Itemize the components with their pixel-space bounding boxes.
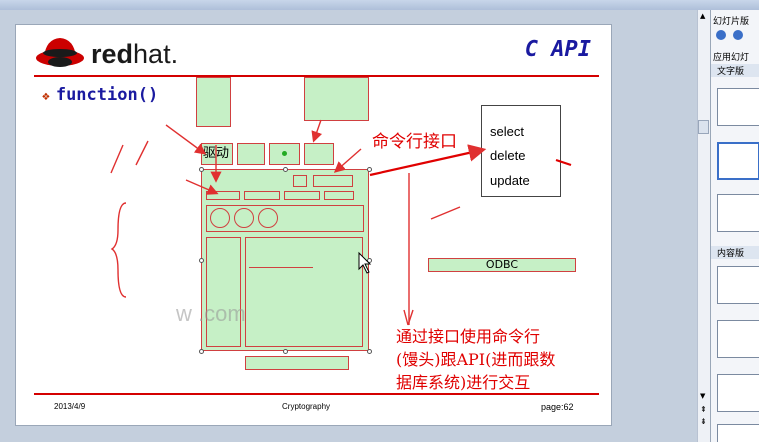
section-content-layouts[interactable]: 内容版 — [711, 246, 759, 259]
previous-slide-icon[interactable]: ⇞ — [700, 406, 707, 414]
layout-thumbnail[interactable] — [717, 424, 759, 442]
scroll-up-icon[interactable]: ▲ — [700, 12, 705, 20]
next-slide-icon[interactable]: ⇟ — [700, 418, 707, 426]
footer-date: 2013/4/9 — [54, 402, 86, 411]
slide-layout-task-pane: 幻灯片版 应用幻灯 文字版 内容版 — [710, 10, 759, 442]
slide-canvas[interactable]: redhat. C API ❖ function() 驱动 ODBC select… — [15, 24, 612, 426]
layout-thumbnail[interactable] — [717, 142, 759, 180]
note-text: 通过接口使用命令行 (馒头)跟API(进而跟数 据库系统)进行交互 — [396, 327, 556, 392]
layout-thumbnail[interactable] — [717, 88, 759, 126]
forward-icon[interactable] — [733, 30, 743, 40]
layout-thumbnail[interactable] — [717, 320, 759, 358]
editor-vertical-scrollbar[interactable]: ▲ ▼ ⇞ ⇟ — [697, 10, 710, 442]
scroll-down-icon[interactable]: ▼ — [700, 392, 705, 400]
task-pane-title: 幻灯片版 — [713, 17, 750, 27]
layout-thumbnail[interactable] — [717, 266, 759, 304]
section-apply-label: 应用幻灯 — [713, 53, 750, 63]
footer-divider — [34, 393, 599, 395]
back-icon[interactable] — [716, 30, 726, 40]
footer-title: Cryptography — [282, 402, 331, 411]
layout-thumbnail[interactable] — [717, 194, 759, 232]
window-top-bar — [0, 0, 759, 10]
footer-page: page:62 — [541, 402, 574, 412]
watermark-text: w .com — [176, 301, 246, 326]
section-text-layouts[interactable]: 文字版 — [711, 64, 759, 77]
layout-thumbnail[interactable] — [717, 374, 759, 412]
scroll-thumb[interactable] — [698, 120, 709, 134]
